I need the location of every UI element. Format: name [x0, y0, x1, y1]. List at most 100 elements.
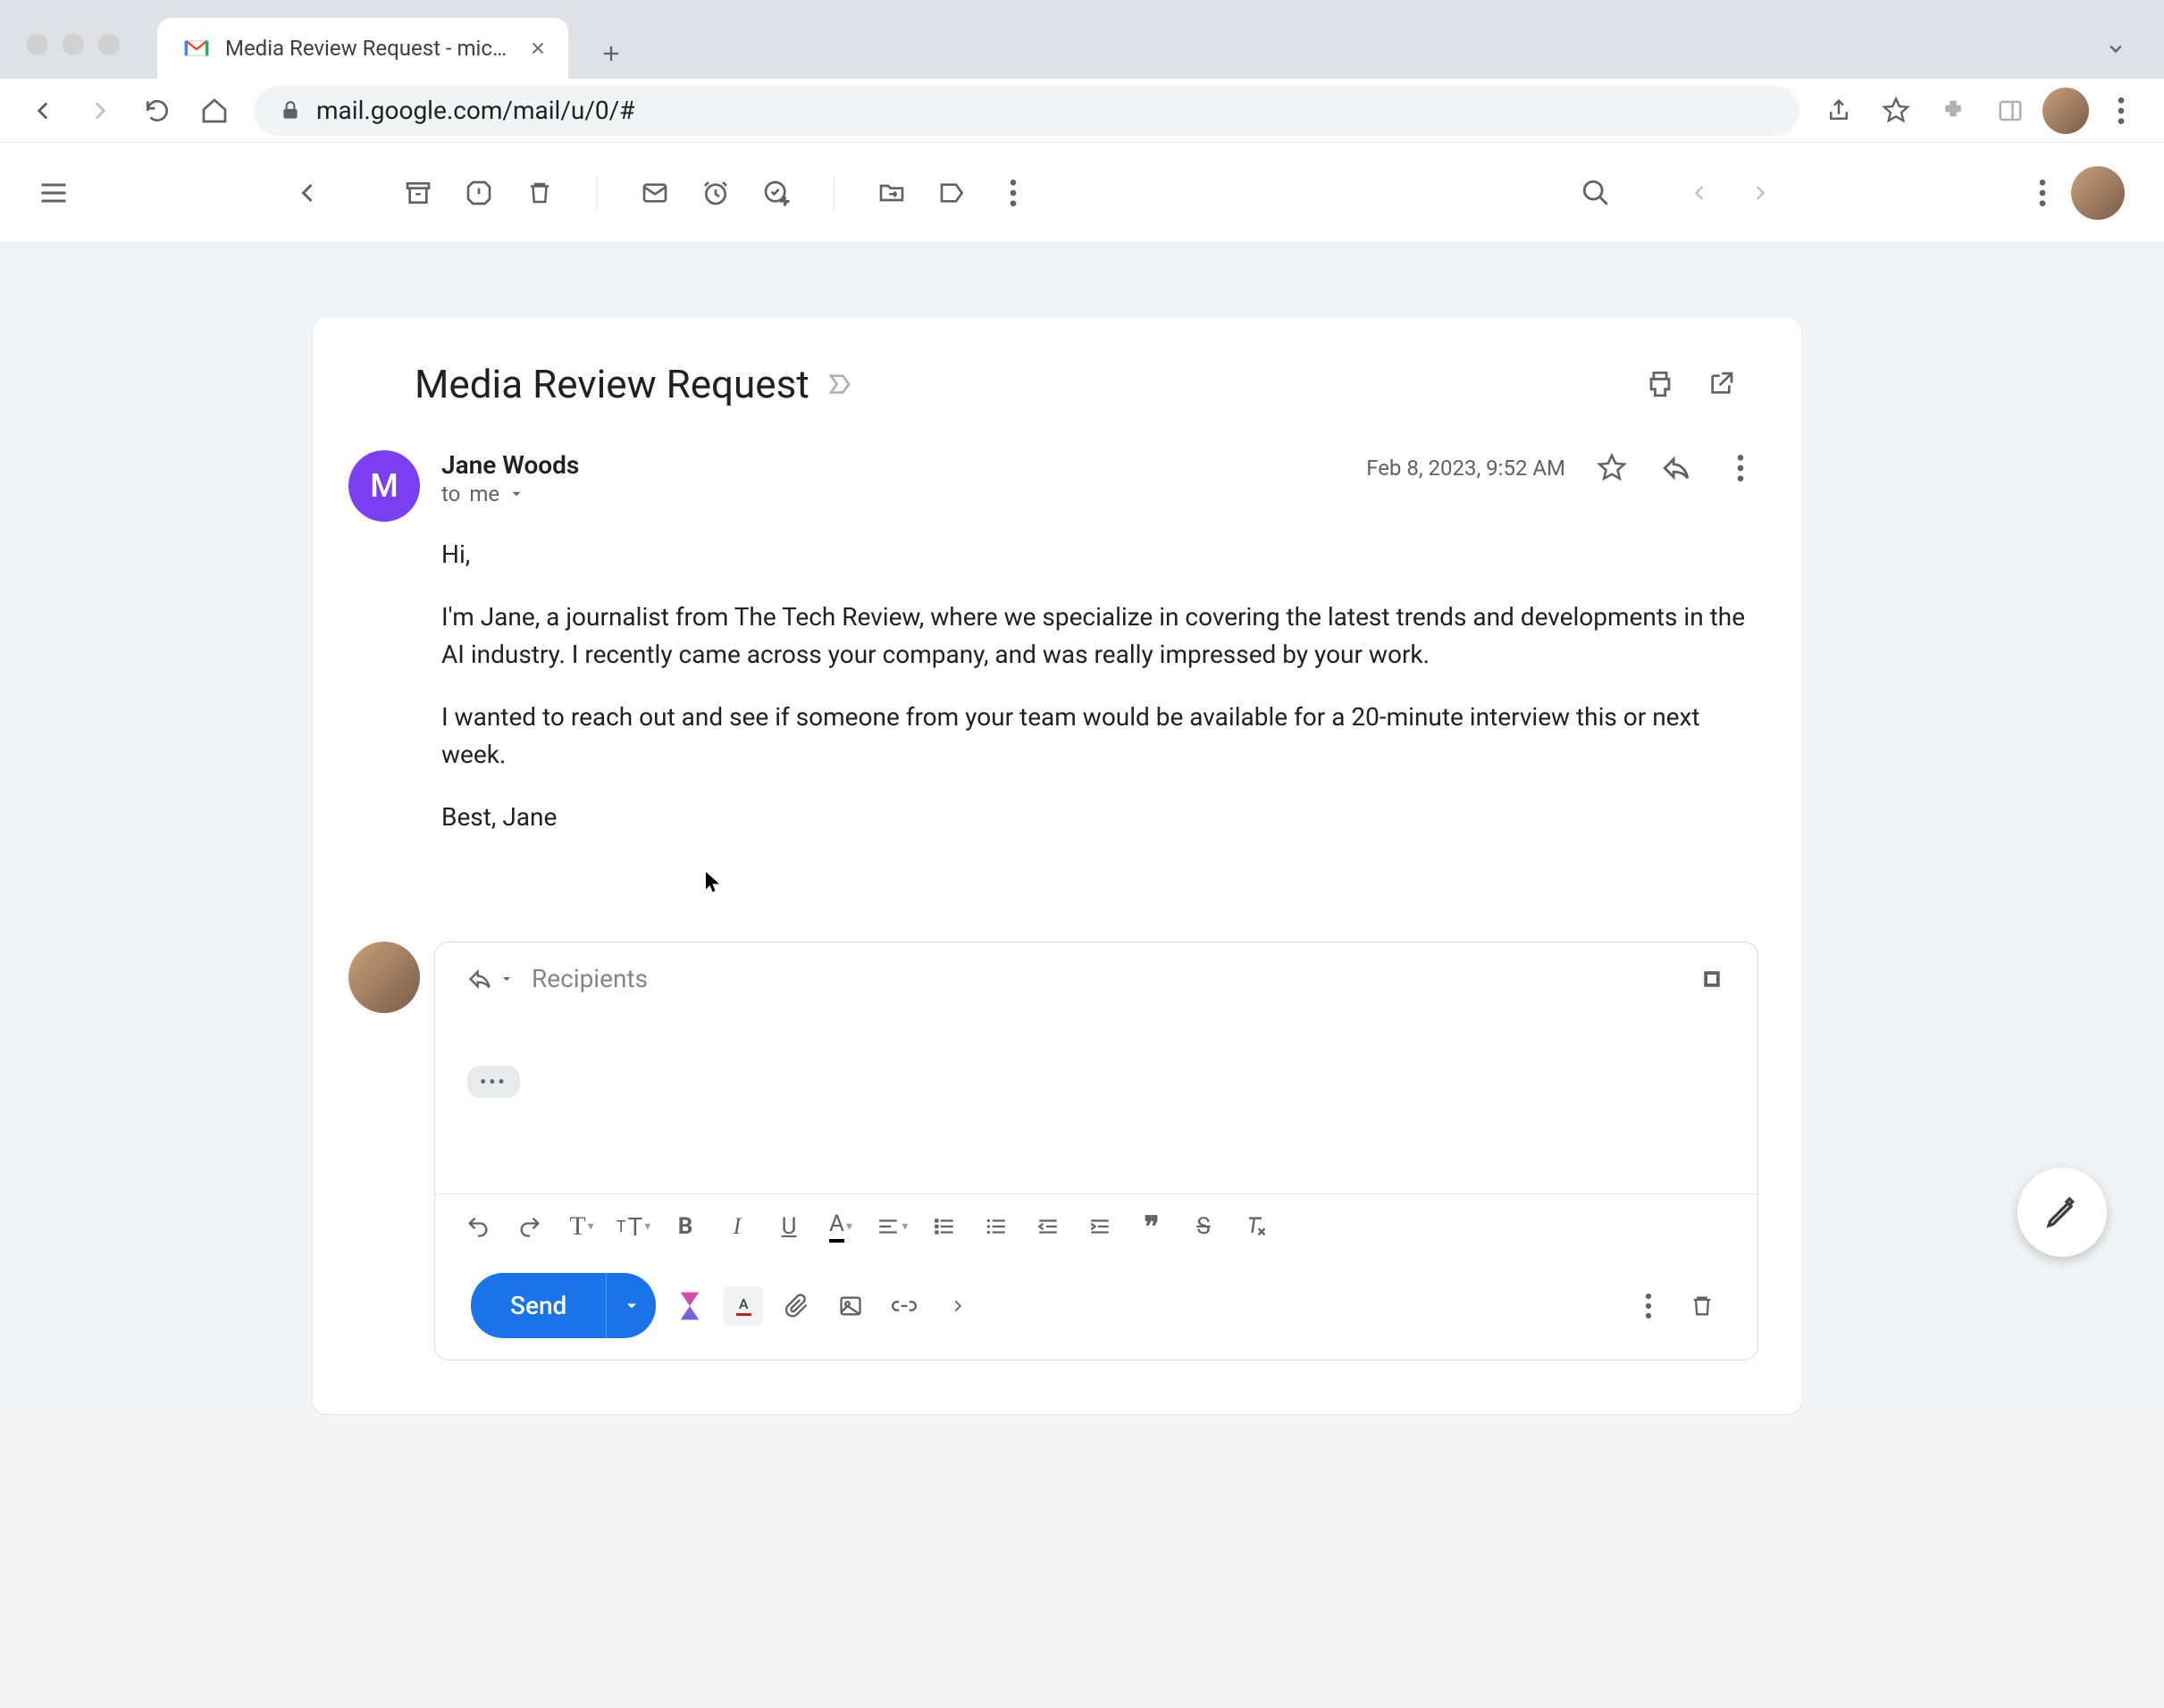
window-zoom-dot[interactable]	[98, 34, 120, 55]
tabs-dropdown-icon[interactable]	[2103, 36, 2128, 61]
message-date: Feb 8, 2023, 9:52 AM	[1366, 456, 1565, 481]
more-actions-icon[interactable]	[995, 175, 1031, 211]
sender-avatar[interactable]: M	[348, 450, 420, 522]
newer-message-icon[interactable]	[1682, 175, 1717, 211]
body-paragraph: Hi,	[441, 536, 1748, 574]
add-to-tasks-icon[interactable]	[759, 175, 794, 211]
browser-home-button[interactable]	[189, 86, 239, 136]
tab-title: Media Review Request - micha…	[225, 36, 511, 61]
quote-icon[interactable]: ❞	[1134, 1209, 1170, 1244]
message-header: M Jane Woods to me Feb 8, 2023, 9:52 AM	[313, 450, 1801, 522]
browser-reload-button[interactable]	[132, 86, 182, 136]
reply-type-selector[interactable]	[467, 967, 514, 992]
show-details-icon[interactable]	[508, 486, 524, 502]
my-avatar[interactable]	[348, 942, 420, 1013]
recipient-value: me	[469, 481, 499, 507]
subject-row: Media Review Request	[313, 361, 1801, 407]
browser-back-button[interactable]	[18, 86, 68, 136]
font-size-selector[interactable]: TT▾	[616, 1209, 651, 1244]
recipients-field[interactable]: Recipients	[532, 964, 648, 993]
gmail-favicon	[182, 34, 211, 63]
address-bar[interactable]: mail.google.com/mail/u/0/#	[254, 86, 1799, 136]
window-close-dot[interactable]	[27, 34, 48, 55]
reply-composer: Recipients ••• T▾	[434, 942, 1758, 1361]
insert-link-icon[interactable]	[885, 1286, 924, 1326]
bookmark-star-icon[interactable]	[1871, 86, 1921, 136]
send-options-button[interactable]	[606, 1273, 656, 1338]
star-message-icon[interactable]	[1594, 450, 1630, 486]
schedule-send-icon[interactable]	[670, 1286, 709, 1326]
underline-icon[interactable]: U	[771, 1209, 807, 1244]
browser-forward-button[interactable]	[75, 86, 125, 136]
indent-more-icon[interactable]	[1082, 1209, 1118, 1244]
mark-unread-icon[interactable]	[637, 175, 673, 211]
send-row: Send A	[435, 1259, 1757, 1360]
toggle-formatting-icon[interactable]: A	[724, 1286, 763, 1326]
compose-fab[interactable]	[2017, 1168, 2107, 1257]
sidebar-panel-icon[interactable]	[1985, 86, 2035, 136]
archive-icon[interactable]	[400, 175, 436, 211]
message-more-icon[interactable]	[1723, 450, 1758, 486]
send-button-group: Send	[471, 1273, 656, 1338]
chevron-down-icon	[499, 972, 514, 986]
back-to-inbox-icon[interactable]	[289, 175, 325, 211]
undo-icon[interactable]	[460, 1209, 496, 1244]
indent-less-icon[interactable]	[1030, 1209, 1066, 1244]
bulleted-list-icon[interactable]	[978, 1209, 1014, 1244]
popout-compose-icon[interactable]	[1698, 966, 1725, 992]
snooze-icon[interactable]	[698, 175, 734, 211]
browser-address-row: mail.google.com/mail/u/0/#	[0, 79, 2164, 143]
numbered-list-icon[interactable]	[927, 1209, 962, 1244]
reply-body-editor[interactable]: •••	[435, 1015, 1757, 1193]
older-message-icon[interactable]	[1742, 175, 1778, 211]
gmail-toolbar	[0, 143, 2164, 243]
font-family-selector[interactable]: T▾	[564, 1209, 600, 1244]
print-icon[interactable]	[1642, 366, 1678, 402]
open-in-new-window-icon[interactable]	[1703, 366, 1739, 402]
body-paragraph: Best, Jane	[441, 799, 1748, 836]
sender-initial: M	[370, 467, 398, 505]
recipient-prefix: to	[441, 481, 460, 507]
window-minimize-dot[interactable]	[63, 34, 84, 55]
italic-icon[interactable]: I	[719, 1209, 755, 1244]
browser-profile-avatar[interactable]	[2042, 88, 2089, 134]
search-icon[interactable]	[1578, 175, 1614, 211]
browser-menu-icon[interactable]	[2096, 86, 2146, 136]
extensions-icon[interactable]	[1928, 86, 1978, 136]
align-selector[interactable]: ▾	[875, 1209, 910, 1244]
delete-icon[interactable]	[522, 175, 558, 211]
browser-tab-strip: Media Review Request - micha…	[0, 0, 2164, 79]
show-trimmed-content[interactable]: •••	[467, 1066, 520, 1098]
body-paragraph: I wanted to reach out and see if someone…	[441, 699, 1748, 774]
importance-marker-icon[interactable]	[827, 370, 856, 398]
labels-icon[interactable]	[935, 175, 970, 211]
discard-draft-icon[interactable]	[1682, 1286, 1722, 1326]
body-paragraph: I'm Jane, a journalist from The Tech Rev…	[441, 599, 1748, 674]
close-tab-icon[interactable]	[525, 36, 550, 61]
account-avatar[interactable]	[2071, 166, 2125, 220]
send-button[interactable]: Send	[471, 1273, 606, 1338]
reply-header: Recipients	[435, 942, 1757, 1015]
email-subject: Media Review Request	[415, 361, 809, 407]
insert-image-icon[interactable]	[831, 1286, 870, 1326]
report-spam-icon[interactable]	[461, 175, 497, 211]
reply-icon[interactable]	[1658, 450, 1694, 486]
browser-tab[interactable]: Media Review Request - micha…	[157, 18, 568, 79]
new-tab-button[interactable]	[586, 29, 636, 79]
window-controls	[27, 34, 120, 55]
redo-icon[interactable]	[512, 1209, 548, 1244]
reply-row: Recipients ••• T▾	[313, 861, 1801, 1361]
share-icon[interactable]	[1814, 86, 1864, 136]
text-color-selector[interactable]: A▾	[823, 1209, 859, 1244]
main-menu-icon[interactable]	[32, 172, 75, 214]
url-text: mail.google.com/mail/u/0/#	[316, 96, 634, 125]
gmail-canvas: Media Review Request M Jane Woods	[0, 243, 2164, 1414]
strikethrough-icon[interactable]: S	[1186, 1209, 1221, 1244]
attach-file-icon[interactable]	[777, 1286, 817, 1326]
gmail-settings-more-icon[interactable]	[2025, 175, 2060, 211]
compose-more-menu-icon[interactable]	[1629, 1286, 1668, 1326]
remove-formatting-icon[interactable]	[1237, 1209, 1273, 1244]
bold-icon[interactable]: B	[667, 1209, 703, 1244]
move-to-icon[interactable]	[874, 175, 910, 211]
more-compose-options-icon[interactable]	[938, 1286, 977, 1326]
